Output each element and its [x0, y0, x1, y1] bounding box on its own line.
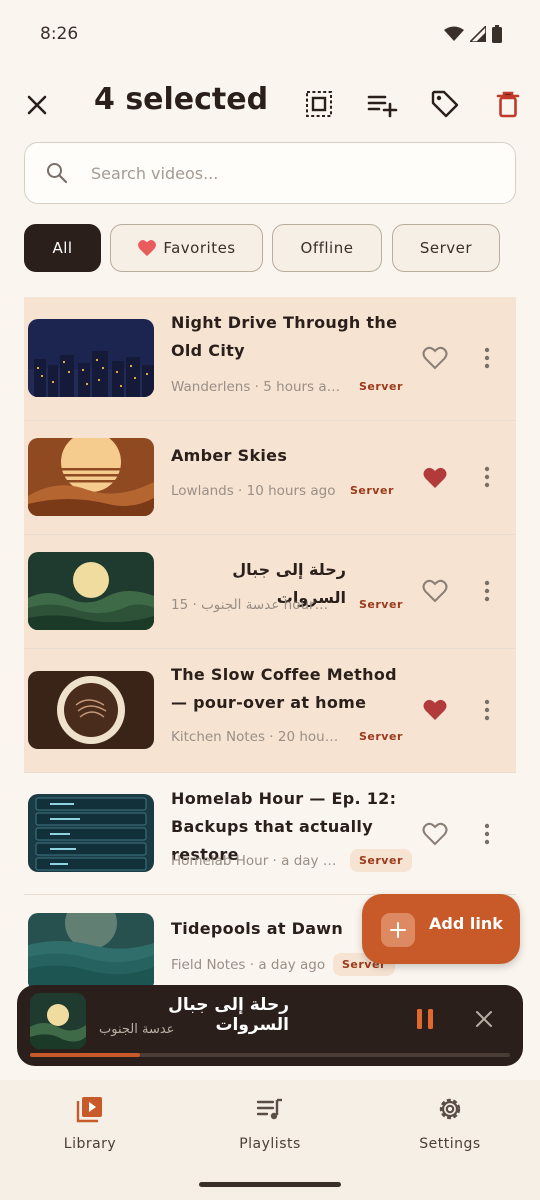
video-meta: Homelab Hour · a day a…: [171, 853, 341, 869]
home-indicator[interactable]: [199, 1182, 341, 1187]
status-bar: 8:26: [0, 0, 540, 68]
select-all-icon[interactable]: [303, 88, 335, 120]
pause-icon[interactable]: [415, 1007, 435, 1031]
battery-icon: [492, 25, 502, 43]
video-thumbnail: [28, 438, 154, 516]
selection-toolbar: 4 selected: [0, 78, 540, 130]
favorite-filled-icon[interactable]: [422, 466, 448, 490]
search-bar[interactable]: [24, 142, 516, 204]
video-meta: Field Notes · a day ago: [171, 957, 326, 973]
more-options-icon[interactable]: [482, 347, 492, 369]
playback-progress-bar[interactable]: [30, 1053, 510, 1057]
player-subtitle: عدسة الجنوب: [99, 1022, 175, 1037]
nav-item-library[interactable]: Library: [30, 1094, 150, 1152]
add-link-button[interactable]: Add link: [362, 894, 520, 964]
more-options-icon[interactable]: [482, 466, 492, 488]
video-meta: Wanderlens · 5 hours a…: [171, 379, 341, 395]
signal-icon: [470, 26, 486, 42]
chip-label: All: [52, 239, 73, 257]
chip-label: Offline: [300, 239, 354, 257]
source-badge: Server: [350, 484, 394, 497]
more-options-icon[interactable]: [482, 580, 492, 602]
video-title: Amber Skies: [171, 446, 288, 465]
fab-label: Add link: [429, 914, 503, 933]
nav-label: Playlists: [239, 1136, 301, 1152]
status-time: 8:26: [40, 24, 79, 44]
filter-chip-offline[interactable]: Offline: [272, 224, 382, 272]
chip-label: Favorites: [163, 239, 236, 257]
status-icons: [444, 25, 502, 43]
video-title: Night Drive Through the Old City: [171, 313, 398, 360]
heart-icon: [138, 240, 157, 257]
search-icon: [47, 163, 68, 184]
video-row[interactable]: The Slow Coffee Method — pour-over at ho…: [24, 649, 516, 773]
source-badge: Server: [350, 849, 412, 872]
close-selection-icon[interactable]: [22, 90, 52, 120]
video-row[interactable]: Homelab Hour — Ep. 12: Backups that actu…: [24, 773, 516, 895]
nav-label: Library: [63, 1136, 117, 1152]
video-meta: 15 · عدسة الجنوب hours …: [171, 597, 331, 613]
more-options-icon[interactable]: [482, 699, 492, 721]
nav-item-settings[interactable]: Settings: [390, 1094, 510, 1152]
filter-chip-all[interactable]: All: [24, 224, 101, 272]
delete-icon[interactable]: [492, 88, 524, 120]
chip-label: Server: [419, 239, 473, 257]
search-input[interactable]: [91, 159, 491, 187]
video-row[interactable]: Amber Skies Lowlands · 10 hours ago Serv…: [24, 421, 516, 535]
video-thumbnail: [28, 552, 154, 630]
settings-icon: [439, 1098, 461, 1120]
video-thumbnail: [28, 913, 154, 991]
video-thumbnail: [28, 671, 154, 749]
favorite-filled-icon[interactable]: [422, 698, 448, 722]
close-player-icon[interactable]: [475, 1010, 493, 1028]
page-title: 4 selected: [94, 82, 269, 117]
filter-chip-server[interactable]: Server: [392, 224, 500, 272]
source-badge: Server: [359, 730, 403, 743]
video-title: The Slow Coffee Method — pour-over at ho…: [171, 665, 397, 712]
video-thumbnail: [28, 794, 154, 872]
nav-item-playlists[interactable]: Playlists: [210, 1094, 330, 1152]
source-badge: Server: [359, 598, 403, 611]
video-row[interactable]: Night Drive Through the Old City Wanderl…: [24, 297, 516, 421]
library-icon: [76, 1097, 102, 1123]
video-thumbnail: [28, 319, 154, 397]
favorite-outline-icon[interactable]: [422, 579, 448, 603]
tag-icon[interactable]: [429, 88, 461, 120]
favorite-outline-icon[interactable]: [422, 822, 448, 846]
video-meta: Lowlands · 10 hours ago: [171, 483, 336, 499]
video-meta: Kitchen Notes · 20 hour…: [171, 729, 341, 745]
playback-progress-fill: [30, 1053, 141, 1057]
mini-player[interactable]: رحلة إلى جبال السروات عدسة الجنوب: [17, 985, 523, 1066]
playlists-icon: [256, 1098, 282, 1120]
nav-label: Settings: [419, 1136, 481, 1152]
filter-chip-favorites[interactable]: Favorites: [110, 224, 263, 272]
favorite-outline-icon[interactable]: [422, 346, 448, 370]
wifi-icon: [444, 26, 464, 41]
plus-icon: [381, 913, 415, 947]
add-to-playlist-icon[interactable]: [366, 88, 398, 120]
player-thumbnail: [30, 993, 86, 1049]
source-badge: Server: [359, 380, 403, 393]
video-row[interactable]: رحلة إلى جبال السروات 15 · عدسة الجنوب h…: [24, 535, 516, 649]
more-options-icon[interactable]: [482, 823, 492, 845]
